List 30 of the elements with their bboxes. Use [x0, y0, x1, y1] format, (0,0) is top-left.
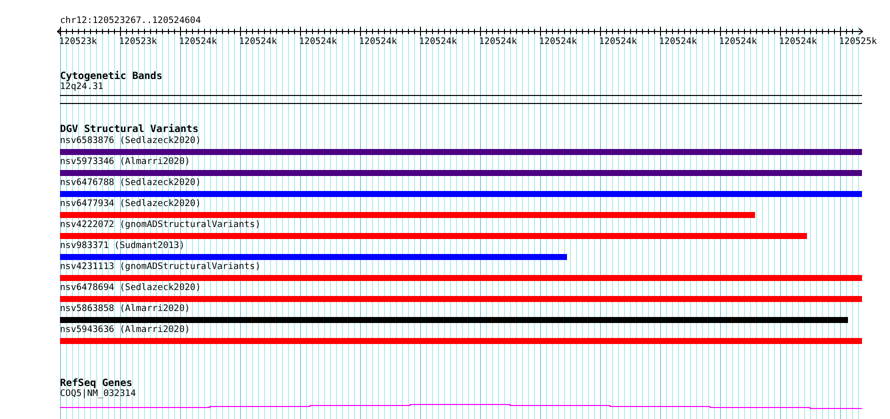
position-label: 120524k [419, 37, 457, 48]
position-label: 120524k [359, 37, 397, 48]
position-label: 120524k [299, 37, 337, 48]
position-label: 120524k [599, 37, 637, 48]
band-label: 12q24.31 [60, 82, 104, 93]
position-label: 120524k [659, 37, 697, 48]
feature-label: nsv6477934 (Sedlazeck2020) [60, 199, 201, 210]
position-label: 120524k [239, 37, 277, 48]
feature-label: nsv4222072 (gnomADStructuralVariants) [60, 220, 260, 231]
feature-label: nsv983371 (Sudmant2013) [60, 241, 185, 252]
position-label: 120524k [179, 37, 217, 48]
track-title: Cytogenetic Bands [60, 71, 162, 82]
track-title: DGV Structural Variants [60, 124, 198, 135]
range-label: chr12:120523267..120524604 [60, 16, 201, 27]
position-label: 120523k [59, 37, 97, 48]
feature-label: nsv6478694 (Sedlazeck2020) [60, 283, 201, 294]
feature-label: nsv5863858 (Almarri2020) [60, 304, 190, 315]
gene-label: COQ5|NM_032314 [60, 389, 136, 400]
feature-label: nsv6583876 (Sedlazeck2020) [60, 136, 201, 147]
position-label: 120524k [479, 37, 517, 48]
feature-label: nsv4231113 (gnomADStructuralVariants) [60, 262, 260, 273]
feature-label: nsv5973346 (Almarri2020) [60, 157, 190, 168]
feature-label: nsv5943636 (Almarri2020) [60, 325, 190, 336]
position-label: 120524k [539, 37, 577, 48]
feature-label: nsv6476788 (Sedlazeck2020) [60, 178, 201, 189]
position-label: 120525k [839, 37, 877, 48]
position-label: 120524k [719, 37, 757, 48]
track-title: RefSeq Genes [60, 378, 132, 389]
position-label: 120524k [779, 37, 817, 48]
position-label: 120523k [119, 37, 157, 48]
